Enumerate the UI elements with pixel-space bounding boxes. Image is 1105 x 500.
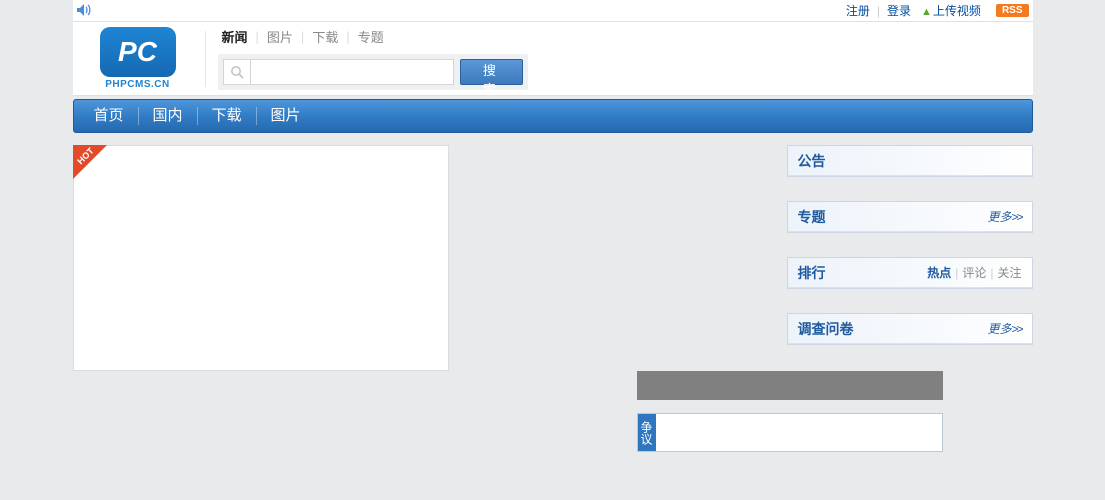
subnav-item-download[interactable]: 下载 bbox=[308, 27, 342, 46]
topbar: 注册 | 登录 ▲上传视频 RSS bbox=[73, 0, 1033, 22]
logo-text: PHPCMS.CN bbox=[105, 79, 170, 90]
header: PC PHPCMS.CN 新闻 | 图片 | 下载 | 专题 bbox=[73, 22, 1033, 96]
rank-tabs: 热点 | 评论 | 关注 bbox=[927, 264, 1021, 281]
panel-survey: 调查问卷 更多>> bbox=[787, 313, 1033, 345]
sidebar: 公告 专题 更多>> 排行 热点 | bbox=[787, 145, 1033, 345]
register-link[interactable]: 注册 bbox=[843, 2, 873, 19]
upload-icon: ▲ bbox=[921, 6, 932, 18]
subnav-item-special[interactable]: 专题 bbox=[354, 27, 388, 46]
logo-mark: PC bbox=[100, 27, 176, 77]
chevron-right-icon: >> bbox=[1011, 210, 1021, 224]
search-icon bbox=[223, 59, 252, 85]
more-label: 更多 bbox=[987, 322, 1011, 336]
panel-rank: 排行 热点 | 评论 | 关注 bbox=[787, 257, 1033, 289]
subnav-item-image[interactable]: 图片 bbox=[263, 27, 297, 46]
main-nav: 首页 国内 下载 图片 bbox=[73, 99, 1033, 133]
panel-title-rank: 排行 bbox=[798, 263, 826, 283]
separator: | bbox=[346, 29, 349, 44]
panel-special: 专题 更多>> bbox=[787, 201, 1033, 233]
panel-title-special: 专题 bbox=[798, 207, 826, 227]
panel-title-survey: 调查问卷 bbox=[798, 319, 854, 339]
upload-link[interactable]: ▲上传视频 bbox=[918, 2, 984, 19]
debate-box: 争议 bbox=[637, 413, 943, 452]
more-label: 更多 bbox=[987, 210, 1011, 224]
separator: | bbox=[877, 4, 880, 18]
nav-item-domestic[interactable]: 国内 bbox=[139, 107, 197, 125]
panel-title-notice: 公告 bbox=[798, 151, 826, 171]
search-input[interactable] bbox=[251, 59, 454, 85]
subnav-item-news[interactable]: 新闻 bbox=[218, 27, 252, 46]
search-button[interactable]: 搜 索 bbox=[460, 59, 522, 85]
rank-tab-follow[interactable]: 关注 bbox=[997, 264, 1021, 281]
nav-item-home[interactable]: 首页 bbox=[80, 107, 138, 125]
left-column: HOT bbox=[73, 145, 773, 371]
subnav: 新闻 | 图片 | 下载 | 专题 bbox=[218, 27, 1023, 46]
panel-notice: 公告 bbox=[787, 145, 1033, 177]
more-link-special[interactable]: 更多>> bbox=[987, 208, 1021, 225]
debate-tag[interactable]: 争议 bbox=[638, 414, 656, 451]
nav-item-download[interactable]: 下载 bbox=[198, 107, 256, 125]
rank-tab-comment[interactable]: 评论 bbox=[962, 264, 986, 281]
rss-badge[interactable]: RSS bbox=[996, 4, 1029, 17]
separator: | bbox=[990, 266, 993, 280]
login-link[interactable]: 登录 bbox=[884, 2, 914, 19]
search-bar: 搜 索 bbox=[218, 54, 528, 90]
rank-tab-hot[interactable]: 热点 bbox=[927, 264, 951, 281]
hot-panel: HOT bbox=[73, 145, 449, 371]
upload-label: 上传视频 bbox=[933, 4, 981, 18]
separator: | bbox=[256, 29, 259, 44]
sound-icon[interactable] bbox=[77, 3, 91, 19]
separator: | bbox=[301, 29, 304, 44]
nav-item-image[interactable]: 图片 bbox=[257, 107, 315, 125]
headline-bar bbox=[637, 371, 943, 400]
logo[interactable]: PC PHPCMS.CN bbox=[83, 27, 193, 90]
chevron-right-icon: >> bbox=[1011, 322, 1021, 336]
separator: | bbox=[955, 266, 958, 280]
more-link-survey[interactable]: 更多>> bbox=[987, 320, 1021, 337]
content-area: HOT 公告 专题 更多>> bbox=[73, 145, 1033, 371]
divider bbox=[205, 31, 206, 87]
